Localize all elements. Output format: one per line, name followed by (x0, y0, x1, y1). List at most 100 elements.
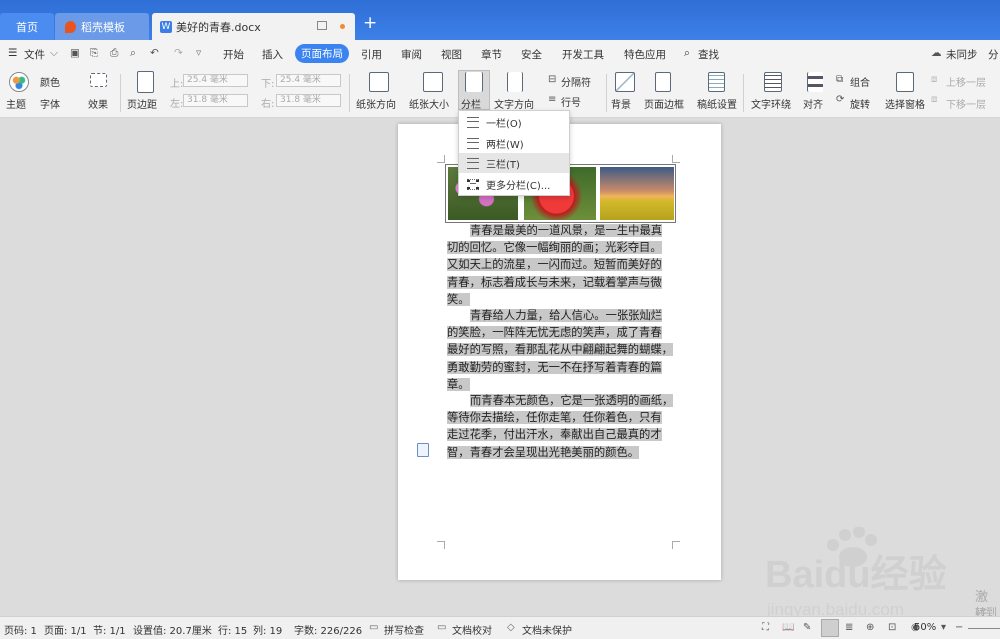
bring-forward-button[interactable]: 上移一层 (946, 74, 986, 89)
spellcheck-button[interactable]: 拼写检查 (384, 622, 424, 637)
menu-review[interactable]: 审阅 (401, 47, 422, 62)
align-icon[interactable] (807, 72, 823, 92)
menu-reference[interactable]: 引用 (361, 47, 382, 62)
separator-button[interactable]: 分隔符 (561, 74, 591, 89)
send-backward-icon: ⧈ (931, 94, 938, 105)
columns-button[interactable]: 分栏 (461, 96, 481, 111)
text-direction-icon[interactable] (507, 72, 523, 92)
paper-size-icon[interactable] (423, 72, 443, 92)
margin-corner-mark (672, 541, 680, 549)
rotate-button[interactable]: 旋转 (850, 96, 870, 111)
redo-icon[interactable]: ↷ (174, 47, 183, 59)
columns-one-option[interactable]: 一栏(O) (459, 112, 569, 132)
paragraph-3[interactable]: 而青春本无颜色，它是一张透明的画纸， 等待你去描绘，任你走笔，任你着色，只有 走… (447, 392, 690, 461)
menu-start[interactable]: 开始 (223, 47, 244, 62)
status-pages: 页面: 1/1 (44, 626, 87, 637)
background-button[interactable]: 背景 (611, 96, 631, 111)
text-wrap-button[interactable]: 文字环绕 (751, 96, 791, 111)
option-label: 两栏(W) (486, 139, 524, 151)
font-button[interactable]: 字体 (40, 96, 60, 111)
paragraph-1[interactable]: 青春是最美的一道风景，是一生中最真 切的回忆。它像一幅绚丽的画；光彩夺目。 又如… (447, 222, 690, 308)
effect-button[interactable]: 效果 (88, 96, 108, 111)
export-icon[interactable]: ⎘ (90, 47, 98, 60)
manuscript-button[interactable]: 稿纸设置 (697, 96, 737, 111)
group-button[interactable]: 组合 (850, 74, 870, 89)
save-icon[interactable]: ▣ (70, 47, 80, 59)
docer-icon (65, 20, 76, 33)
background-icon[interactable] (615, 72, 635, 92)
menu-page-layout[interactable]: 页面布局 (295, 44, 349, 63)
line-number-button[interactable]: 行号 (561, 94, 581, 109)
page-border-button[interactable]: 页面边框 (644, 96, 684, 111)
sync-status[interactable]: 未同步 (946, 47, 978, 62)
tab-template[interactable]: 稻壳模板 (55, 13, 149, 40)
top-margin-input[interactable]: 25.4 毫米 (183, 74, 248, 87)
outline-icon[interactable]: ≣ (845, 622, 853, 633)
status-row: 行: 15 (218, 626, 248, 637)
manuscript-icon[interactable] (708, 72, 725, 92)
left-margin-input[interactable]: 31.8 毫米 (183, 94, 248, 107)
write-mode-icon[interactable]: ⊡ (888, 622, 896, 633)
proofread-button[interactable]: 文档校对 (452, 622, 492, 637)
ribbon-divider (606, 74, 607, 112)
menu-features[interactable]: 特色应用 (624, 47, 666, 62)
text-line: 又如天上的流星，一闪而过。短暂而美好的 (447, 258, 662, 272)
web-view-icon[interactable]: ⊕ (866, 622, 874, 633)
text-wrap-icon[interactable] (764, 72, 782, 92)
edit-icon[interactable]: ✎ (803, 622, 811, 633)
text-direction-button[interactable]: 文字方向 (494, 96, 534, 111)
theme-button[interactable]: 主题 (6, 96, 26, 111)
right-margin-input[interactable]: 31.8 毫米 (276, 94, 341, 107)
columns-icon[interactable] (465, 72, 483, 92)
tab-document[interactable]: W 美好的青春.docx (152, 13, 355, 40)
read-mode-icon[interactable]: 📖 (782, 622, 794, 633)
status-words[interactable]: 字数: 226/226 (294, 622, 362, 637)
new-tab-plus-icon[interactable]: + (363, 13, 377, 33)
zoom-dropdown-icon[interactable]: ▾ (941, 622, 946, 633)
search-icon[interactable]: ⌕ (684, 47, 690, 60)
columns-more-option[interactable]: 更多分栏(C)... (459, 174, 569, 194)
send-backward-button[interactable]: 下移一层 (946, 96, 986, 111)
paste-options-icon[interactable] (417, 443, 429, 457)
bottom-label: 下: (261, 79, 275, 90)
preview-icon[interactable]: ⌕ (130, 47, 136, 60)
paragraph-2[interactable]: 青春给人力量，给人信心。一张张灿烂 的笑脸，一阵阵无忧无虑的笑声，成了青春 最好… (447, 307, 690, 393)
baidu-watermark: Baidu经验 jingyan.baidu.com 激活 (765, 527, 947, 619)
margin-button[interactable]: 页边距 (127, 96, 157, 111)
menu-developer[interactable]: 开发工具 (562, 47, 604, 62)
undo-icon[interactable]: ↶ (150, 47, 159, 59)
tab-home[interactable]: 首页 (0, 13, 54, 40)
protect-status[interactable]: 文档未保护 (522, 622, 572, 637)
zoom-level[interactable]: 50% (914, 622, 936, 633)
hamburger-icon[interactable]: ☰ (8, 47, 17, 59)
bottom-margin-input[interactable]: 25.4 毫米 (276, 74, 341, 87)
align-button[interactable]: 对齐 (803, 96, 823, 111)
menu-insert[interactable]: 插入 (262, 47, 283, 62)
menu-chapter[interactable]: 章节 (481, 47, 502, 62)
zoom-out-icon[interactable]: − (955, 622, 963, 633)
menu-view[interactable]: 视图 (441, 47, 462, 62)
print-icon[interactable]: ⎙ (110, 47, 118, 60)
menu-file[interactable]: 文件 (24, 47, 45, 62)
quick-access-icon[interactable]: ▿ (196, 47, 201, 59)
paper-size-button[interactable]: 纸张大小 (409, 96, 449, 111)
chevron-down-icon[interactable]: ⌵ (50, 47, 58, 60)
orientation-icon[interactable] (369, 72, 389, 92)
color-button[interactable]: 颜色 (40, 74, 60, 89)
selection-pane-button[interactable]: 选择窗格 (885, 96, 925, 111)
columns-two-option[interactable]: 两栏(W) (459, 133, 569, 153)
zoom-slider[interactable] (968, 628, 1000, 629)
screen-icon[interactable] (317, 21, 327, 30)
page-view-icon[interactable] (821, 619, 839, 637)
share-button[interactable]: 分 (988, 47, 999, 62)
orientation-button[interactable]: 纸张方向 (356, 96, 396, 111)
sunset-field-image[interactable] (600, 167, 674, 220)
page-border-icon[interactable] (655, 72, 671, 92)
menu-search[interactable]: 查找 (698, 47, 719, 62)
margin-icon[interactable] (137, 71, 154, 93)
selection-pane-icon[interactable] (896, 72, 914, 92)
theme-icon[interactable] (9, 72, 29, 92)
fullscreen-icon[interactable]: ⛶ (762, 622, 769, 633)
menu-security[interactable]: 安全 (521, 47, 542, 62)
columns-three-option[interactable]: 三栏(T) (459, 153, 569, 173)
